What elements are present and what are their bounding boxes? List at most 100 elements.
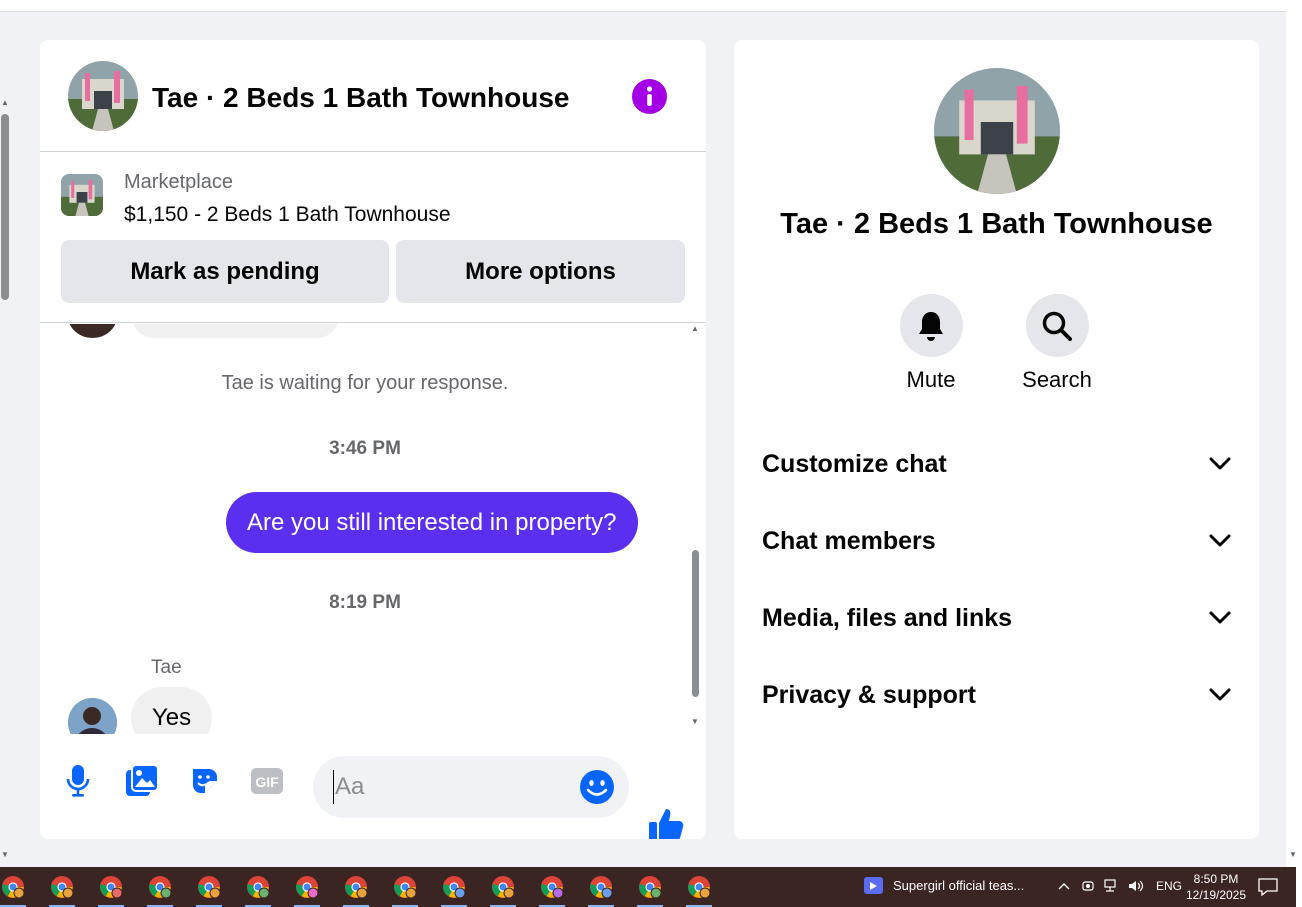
privacy-support-section[interactable]: Privacy & support [762, 675, 1231, 715]
taskbar-chrome-window[interactable] [625, 874, 674, 907]
search-icon [1042, 311, 1072, 341]
input-language[interactable]: ENG [1156, 879, 1182, 893]
window-right-edge [1296, 867, 1302, 907]
taskbar-chrome-window[interactable] [478, 874, 527, 907]
browser-top-strip [0, 0, 1302, 12]
chrome-icon [589, 876, 612, 899]
message-composer: GIF [40, 734, 706, 839]
customize-chat-section[interactable]: Customize chat [762, 444, 1231, 484]
mute-button[interactable] [899, 294, 963, 357]
marketplace-listing-panel: Marketplace $1,150 - 2 Beds 1 Bath Townh… [40, 153, 706, 323]
chat-header: Tae · 2 Beds 1 Bath Townhouse [40, 40, 706, 152]
chrome-icon [540, 876, 563, 899]
profile-avatar[interactable] [934, 68, 1060, 194]
section-label: Chat members [762, 526, 936, 555]
message-bubble[interactable] [132, 324, 339, 338]
taskbar-media-widget[interactable]: Supergirl official teas... [864, 877, 1024, 894]
microphone-icon [66, 765, 90, 797]
media-play-icon [864, 877, 883, 894]
section-label: Customize chat [762, 449, 947, 478]
listing-thumbnail[interactable] [61, 174, 103, 216]
chat-title: Tae · 2 Beds 1 Bath Townhouse [152, 82, 570, 113]
taskbar-chrome-window[interactable] [184, 874, 233, 907]
sender-avatar [68, 324, 117, 338]
message-input[interactable] [333, 770, 563, 804]
chevron-down-icon [1209, 457, 1231, 470]
scroll-down-arrow-icon[interactable]: ▼ [1289, 850, 1297, 859]
message-scrollbar[interactable]: ▲ ▼ [690, 324, 702, 734]
taskbar-chrome-window[interactable] [331, 874, 380, 907]
chat-window: Tae · 2 Beds 1 Bath Townhouse Marketplac… [40, 40, 706, 839]
sticker-button[interactable] [185, 761, 225, 801]
taskbar-apps [0, 874, 723, 907]
page-scrollbar[interactable]: ▲ ▼ [0, 98, 12, 859]
meet-now-icon[interactable] [1080, 878, 1096, 894]
chrome-icon [246, 876, 269, 899]
mute-label: Mute [906, 367, 956, 392]
taskbar-chrome-window[interactable] [37, 874, 86, 907]
gif-button[interactable]: GIF [247, 761, 287, 801]
search-action[interactable]: Search [1009, 294, 1105, 393]
mark-as-pending-button[interactable]: Mark as pending [61, 240, 389, 303]
chrome-icon [442, 876, 465, 899]
system-tray: ENG [1056, 878, 1182, 894]
scroll-up-arrow-icon[interactable]: ▲ [691, 324, 699, 333]
search-label: Search [1022, 367, 1092, 392]
svg-text:GIF: GIF [255, 774, 279, 790]
chrome-icon [491, 876, 514, 899]
chrome-icon [295, 876, 318, 899]
chat-members-section[interactable]: Chat members [762, 521, 1231, 561]
clock-time: 8:50 PM [1193, 872, 1239, 886]
taskbar-clock[interactable]: 8:50 PM 12/19/2025 [1184, 871, 1248, 903]
chrome-icon [638, 876, 661, 899]
message-scrollbar-thumb[interactable] [692, 550, 699, 697]
network-icon[interactable] [1104, 878, 1120, 894]
taskbar-chrome-window[interactable] [233, 874, 282, 907]
listing-title[interactable]: $1,150 - 2 Beds 1 Bath Townhouse [124, 203, 451, 227]
info-button[interactable] [632, 79, 667, 114]
taskbar-chrome-window[interactable] [576, 874, 625, 907]
incoming-message-bubble[interactable]: Yes [131, 687, 213, 734]
search-button[interactable] [1025, 294, 1089, 357]
message-list[interactable]: Tae is waiting for your response. 3:46 P… [40, 324, 706, 734]
send-like-button[interactable] [646, 805, 686, 839]
attach-photo-button[interactable] [122, 761, 162, 801]
taskbar-chrome-window[interactable] [429, 874, 478, 907]
scroll-down-arrow-icon[interactable]: ▼ [1, 850, 9, 859]
chat-avatar[interactable] [68, 61, 138, 131]
sender-avatar[interactable] [68, 698, 117, 734]
taskbar-chrome-window[interactable] [86, 874, 135, 907]
scroll-up-arrow-icon[interactable]: ▲ [1, 98, 9, 107]
message-input-wrapper [313, 756, 629, 818]
taskbar-chrome-window[interactable] [282, 874, 331, 907]
taskbar-chrome-window[interactable] [135, 874, 184, 907]
thumbs-up-icon [649, 809, 684, 839]
waiting-notice: Tae is waiting for your response. [221, 372, 509, 394]
section-label: Media, files and links [762, 603, 1013, 632]
scroll-down-arrow-icon[interactable]: ▼ [691, 717, 699, 726]
page-scrollbar-thumb[interactable] [1, 114, 9, 300]
taskbar-chrome-window[interactable] [380, 874, 429, 907]
chrome-icon [197, 876, 220, 899]
windows-taskbar: Supergirl official teas... ENG 8:50 PM 1… [0, 867, 1302, 907]
profile-name: Tae · 2 Beds 1 Bath Townhouse [780, 208, 1213, 240]
chevron-down-icon [1209, 534, 1231, 547]
chrome-icon [1, 876, 24, 899]
taskbar-chrome-window[interactable] [674, 874, 723, 907]
taskbar-chrome-window[interactable] [527, 874, 576, 907]
notification-icon [1258, 878, 1278, 896]
taskbar-chrome-window[interactable] [0, 874, 37, 907]
sender-name: Tae [151, 657, 182, 678]
building-photo-icon [61, 174, 103, 216]
outgoing-message-bubble[interactable]: Are you still interested in property? [226, 492, 638, 553]
voice-clip-button[interactable] [58, 761, 98, 801]
more-options-button[interactable]: More options [396, 240, 685, 303]
media-files-links-section[interactable]: Media, files and links [762, 598, 1231, 638]
mute-action[interactable]: Mute [883, 294, 979, 393]
volume-icon[interactable] [1128, 878, 1144, 894]
show-hidden-icons-icon[interactable] [1056, 878, 1072, 894]
sticker-icon [193, 769, 217, 793]
notification-center-button[interactable] [1258, 878, 1278, 896]
bell-icon [919, 311, 943, 341]
emoji-button[interactable] [579, 769, 615, 805]
